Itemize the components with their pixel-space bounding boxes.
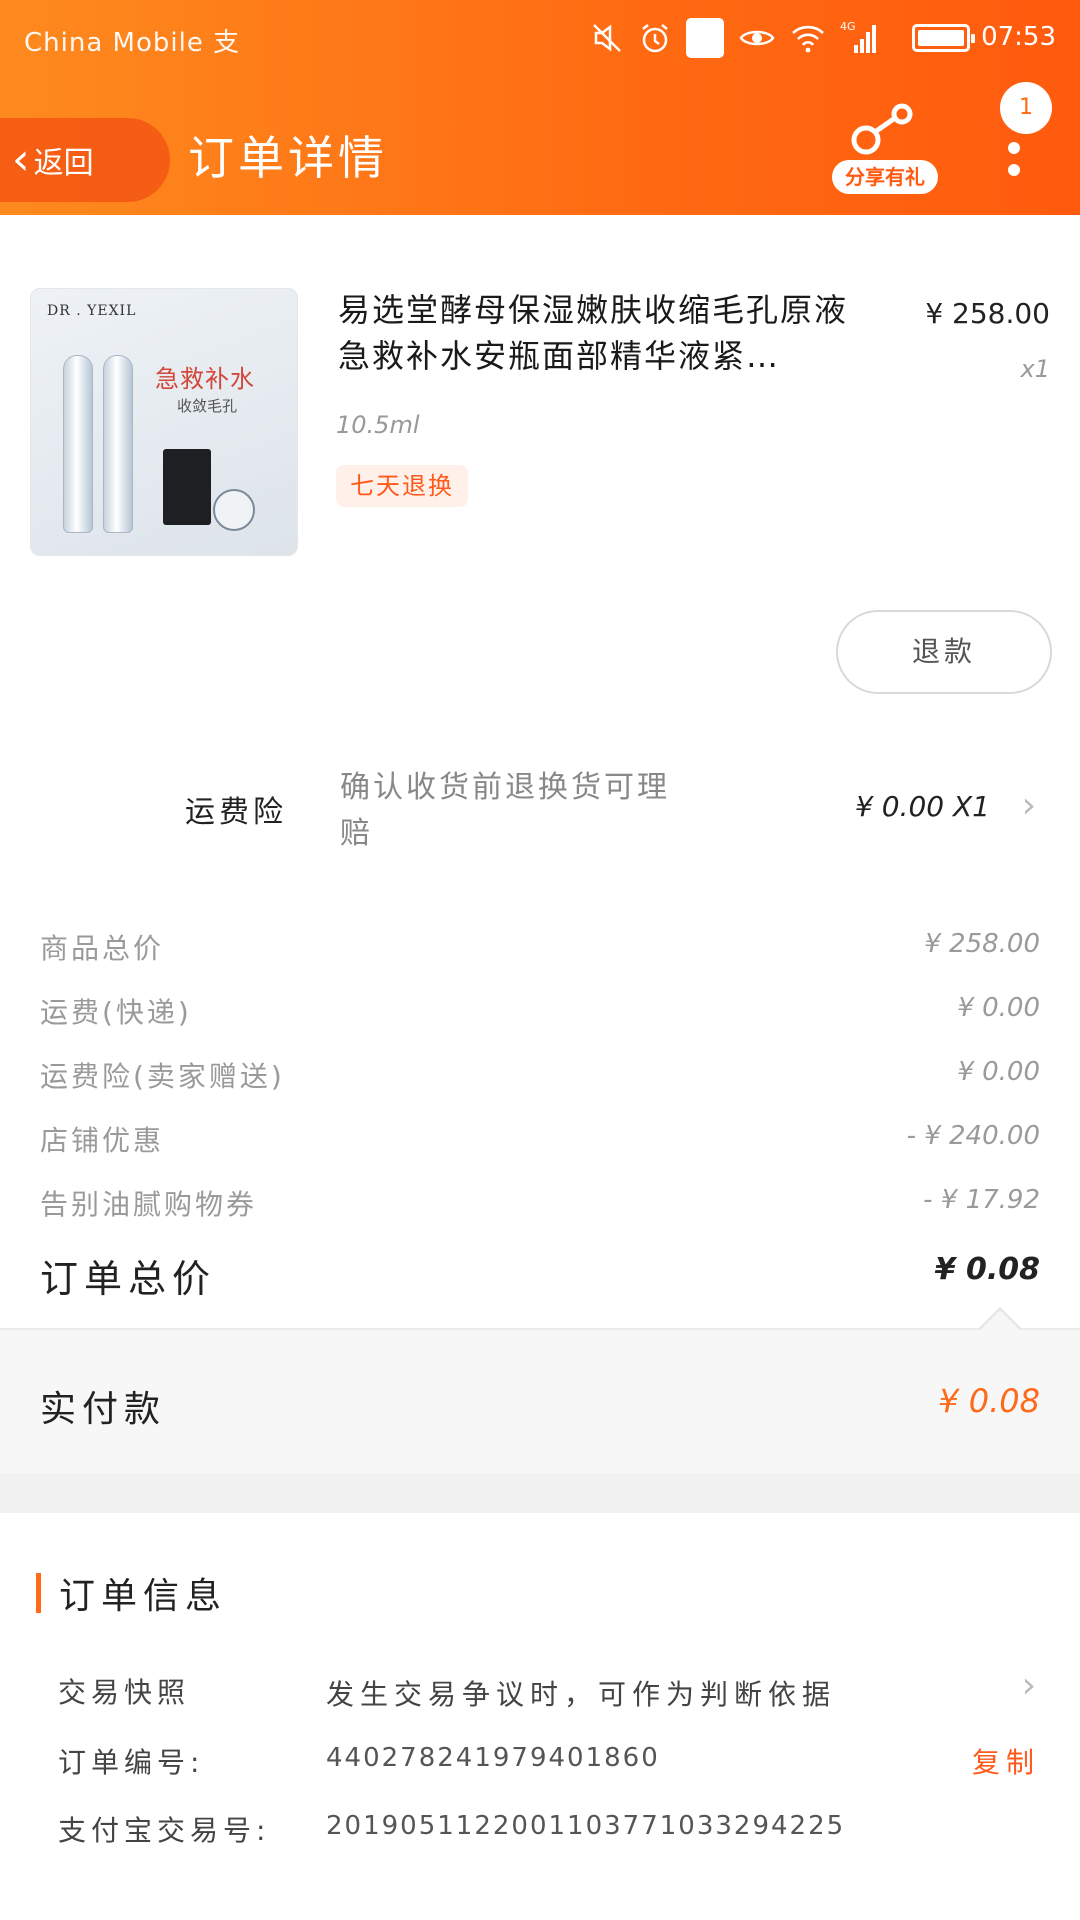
summary-row-shipping: 运费(快递) ¥ 0.00	[0, 979, 1080, 1043]
product-image-brand: DR . YEXIL	[47, 303, 137, 319]
summary-value: ¥ 258.00	[924, 929, 1040, 959]
order-info-header: 订单信息	[36, 1573, 227, 1617]
order-number-value: 440278241979401860	[326, 1743, 660, 1773]
summary-value: - ¥ 240.00	[906, 1121, 1040, 1151]
accent-bar	[36, 1573, 41, 1613]
summary-label: 告别油腻购物券	[40, 1188, 258, 1221]
pointer-notch-fill	[980, 1310, 1020, 1330]
mute-icon	[590, 18, 624, 58]
status-bar: China Mobile 支 HD 4G 07:53	[0, 0, 1080, 76]
product-spec: 10.5ml	[336, 411, 420, 439]
wifi-icon	[790, 18, 826, 58]
share-label: 分享有礼	[832, 160, 938, 194]
summary-row-store-discount: 店铺优惠 - ¥ 240.00	[0, 1107, 1080, 1171]
ampoule-graphic	[63, 355, 93, 533]
product-quantity: x1	[1020, 355, 1050, 383]
trade-snapshot-value: 发生交易争议时，可作为判断依据	[326, 1678, 837, 1711]
product-price: ¥ 258.00	[925, 297, 1050, 330]
price-summary: 商品总价 ¥ 258.00 运费(快递) ¥ 0.00 运费险(卖家赠送) ¥ …	[0, 915, 1080, 1235]
order-total-value: ¥ 0.08	[934, 1252, 1040, 1287]
app-header: China Mobile 支 HD 4G 07:53 ‹ 返回 订单详情 分享有…	[0, 0, 1080, 215]
section-divider	[0, 1473, 1080, 1513]
summary-value: ¥ 0.00	[957, 1057, 1040, 1087]
product-image[interactable]: DR . YEXIL 急救补水 收敛毛孔	[30, 288, 298, 556]
amount-paid-label: 实付款	[40, 1389, 167, 1430]
eye-icon	[738, 18, 776, 58]
trade-snapshot-row[interactable]: 交易快照 发生交易争议时，可作为判断依据 ›	[0, 1661, 1080, 1721]
alipay-trade-row: 支付宝交易号: 2019051122001103771033294225	[0, 1799, 1080, 1859]
order-total-row: 订单总价 ¥ 0.08	[0, 1238, 1080, 1318]
order-info-title: 订单信息	[59, 1576, 228, 1617]
back-button[interactable]: ‹ 返回	[0, 118, 170, 202]
carrier-label: China Mobile 支	[24, 28, 241, 58]
summary-value: - ¥ 17.92	[923, 1185, 1040, 1215]
summary-label: 商品总价	[40, 932, 165, 965]
chevron-left-icon: ‹	[12, 134, 30, 185]
more-button[interactable]: 1	[990, 82, 1060, 192]
copy-button[interactable]: 复制	[972, 1741, 1040, 1781]
service-tag: 七天退换	[336, 465, 468, 507]
more-vertical-icon-dot	[1008, 164, 1020, 176]
summary-row-subtotal: 商品总价 ¥ 258.00	[0, 915, 1080, 979]
insurance-label: 运费险	[185, 795, 287, 830]
nav-bar: ‹ 返回 订单详情 分享有礼 1	[0, 82, 1080, 210]
more-vertical-icon	[1008, 142, 1020, 154]
chevron-right-icon: ›	[1021, 1665, 1036, 1706]
product-seal-graphic	[213, 489, 255, 531]
page-title: 订单详情	[188, 131, 388, 185]
order-number-row: 订单编号: 440278241979401860 复制	[0, 1731, 1080, 1791]
signal-icon: 4G	[840, 18, 880, 58]
chevron-right-icon: ›	[1021, 785, 1036, 826]
order-total-label: 订单总价	[40, 1257, 217, 1301]
insurance-price: ¥ 0.00 X1	[855, 790, 990, 823]
summary-label: 运费(快递)	[40, 996, 192, 1029]
insurance-description: 确认收货前退换货可理赔	[340, 770, 670, 851]
product-card[interactable]: DR . YEXIL 急救补水 收敛毛孔 易选堂酵母保湿嫩肤收缩毛孔原液急救补水…	[0, 215, 1080, 725]
summary-label: 店铺优惠	[40, 1124, 165, 1157]
summary-row-coupon: 告别油腻购物券 - ¥ 17.92	[0, 1171, 1080, 1235]
ampoule-graphic	[103, 355, 133, 533]
notification-badge: 1	[1000, 82, 1052, 134]
back-label: 返回	[33, 146, 94, 181]
product-name[interactable]: 易选堂酵母保湿嫩肤收缩毛孔原液急救补水安瓶面部精华液紧…	[338, 287, 878, 379]
clock: 07:53	[981, 22, 1056, 52]
trade-snapshot-label: 交易快照	[58, 1676, 191, 1709]
share-icon	[851, 103, 913, 155]
summary-label: 运费险(卖家赠送)	[40, 1060, 285, 1093]
alipay-trade-value: 2019051122001103771033294225	[326, 1811, 846, 1841]
battery-icon	[912, 24, 975, 52]
network-type-label: 4G	[840, 20, 856, 33]
hd-icon: HD	[685, 18, 724, 58]
alarm-icon	[638, 18, 672, 58]
order-number-label: 订单编号:	[58, 1746, 205, 1779]
product-image-subline: 收敛毛孔	[177, 397, 238, 415]
shipping-insurance-row[interactable]: 运费险 确认收货前退换货可理赔 ¥ 0.00 X1 ›	[0, 745, 1080, 875]
summary-row-insurance: 运费险(卖家赠送) ¥ 0.00	[0, 1043, 1080, 1107]
alipay-trade-label: 支付宝交易号:	[58, 1814, 271, 1847]
product-box-graphic	[163, 449, 211, 525]
amount-paid-box: 实付款 ¥ 0.08	[0, 1307, 1080, 1473]
share-button[interactable]: 分享有礼	[830, 100, 940, 200]
summary-value: ¥ 0.00	[957, 993, 1040, 1023]
order-info-section: 订单信息 交易快照 发生交易争议时，可作为判断依据 › 订单编号: 440278…	[0, 1513, 1080, 1920]
status-icons: HD 4G	[590, 16, 880, 60]
product-image-headline: 急救补水	[155, 365, 255, 393]
refund-button[interactable]: 退款	[836, 610, 1052, 694]
amount-paid-value: ¥ 0.08	[938, 1382, 1040, 1420]
